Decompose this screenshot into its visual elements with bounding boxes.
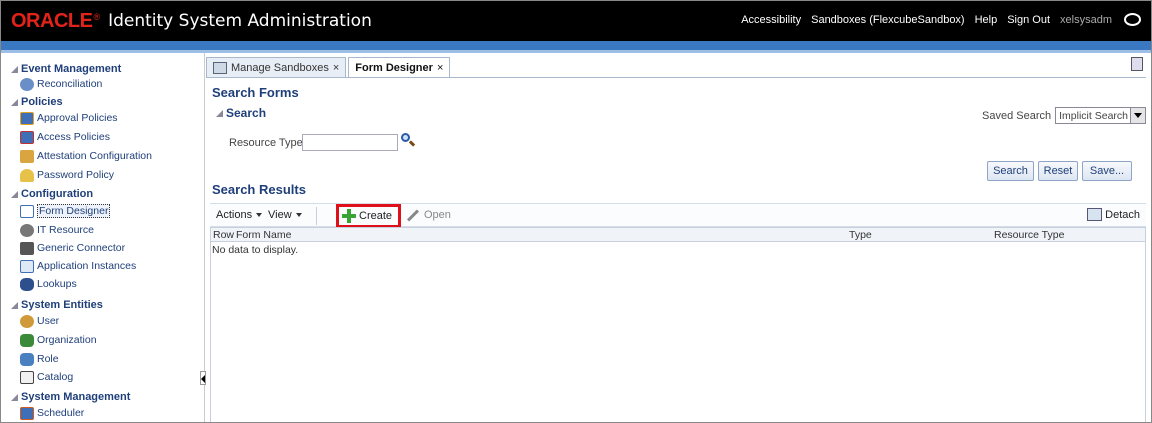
- empty-table-message: No data to display.: [212, 244, 299, 256]
- close-tab-icon[interactable]: ×: [437, 62, 443, 74]
- tab-manage-sandboxes[interactable]: Manage Sandboxes ×: [206, 57, 347, 77]
- sidebar-item-application-instances[interactable]: Application Instances: [20, 259, 136, 273]
- scheduler-icon: [20, 406, 34, 420]
- search-section-header[interactable]: Search: [216, 106, 266, 120]
- expand-triangle-icon: [11, 301, 18, 309]
- sign-out-link[interactable]: Sign Out: [1007, 14, 1050, 26]
- expand-triangle-icon: [11, 393, 18, 401]
- app-window: ORACLE ® Identity System Administration …: [0, 0, 1152, 423]
- reset-button[interactable]: Reset: [1038, 161, 1078, 181]
- resource-type-label: Resource Type: [229, 137, 303, 149]
- expand-triangle-icon: [11, 190, 18, 198]
- view-menu[interactable]: View: [268, 209, 302, 221]
- section-configuration[interactable]: Configuration: [11, 188, 93, 200]
- search-button[interactable]: Search: [987, 161, 1034, 181]
- oracle-logo: ORACLE ® Identity System Administration: [11, 9, 372, 32]
- open-button[interactable]: Open: [406, 208, 451, 222]
- maximize-icon[interactable]: [1131, 57, 1143, 71]
- reconciliation-icon: [20, 77, 34, 91]
- sidebar-item-access-policies[interactable]: Access Policies: [20, 130, 110, 144]
- user-icon: [20, 314, 34, 328]
- detach-button[interactable]: Detach: [1087, 208, 1140, 221]
- edit-icon: [406, 208, 420, 222]
- sidebar-item-lookups[interactable]: Lookups: [20, 277, 77, 291]
- current-user: xelsysadm: [1060, 13, 1112, 26]
- column-resource-type[interactable]: Resource Type: [994, 229, 1064, 241]
- organization-icon: [20, 333, 34, 347]
- tab-bar: Manage Sandboxes × Form Designer ×: [206, 57, 452, 77]
- access-policy-icon: [20, 130, 34, 144]
- saved-search: Saved Search Implicit Search: [982, 107, 1146, 124]
- it-resource-icon: [20, 223, 34, 237]
- section-event-management[interactable]: Event Management: [11, 63, 121, 75]
- app-title: Identity System Administration: [108, 11, 372, 31]
- close-tab-icon[interactable]: ×: [333, 62, 339, 74]
- application-icon: [20, 259, 34, 273]
- sidebar-item-attestation[interactable]: Attestation Configuration: [20, 149, 152, 163]
- expand-triangle-icon: [216, 109, 223, 117]
- sidebar-item-password-policy[interactable]: Password Policy: [20, 168, 114, 182]
- saved-search-label: Saved Search: [982, 109, 1052, 122]
- lookups-icon: [20, 277, 34, 291]
- help-link[interactable]: Help: [975, 14, 998, 26]
- sandbox-icon: [213, 61, 227, 74]
- form-designer-icon: [20, 204, 34, 218]
- search-forms-heading: Search Forms: [212, 85, 299, 100]
- connector-icon: [20, 241, 34, 255]
- chevron-down-icon[interactable]: [1130, 108, 1145, 123]
- sidebar-item-catalog[interactable]: Catalog: [20, 370, 73, 384]
- oracle-o-icon: [1124, 13, 1141, 26]
- sidebar-item-scheduler[interactable]: Scheduler: [20, 406, 84, 420]
- attestation-icon: [20, 149, 34, 163]
- accessibility-link[interactable]: Accessibility: [741, 14, 801, 26]
- sidebar-item-it-resource[interactable]: IT Resource: [20, 223, 94, 237]
- tab-form-designer[interactable]: Form Designer ×: [348, 57, 451, 77]
- save-button[interactable]: Save...: [1082, 161, 1132, 181]
- sidebar-item-approval-policies[interactable]: Approval Policies: [20, 111, 118, 125]
- header-links: Accessibility Sandboxes (FlexcubeSandbox…: [741, 13, 1141, 26]
- table-header: Row Form Name Type Resource Type: [211, 228, 1145, 242]
- section-system-management[interactable]: System Management: [11, 391, 130, 403]
- sandboxes-link[interactable]: Sandboxes (FlexcubeSandbox): [811, 14, 964, 26]
- main-content: Manage Sandboxes × Form Designer × Searc…: [206, 53, 1151, 422]
- password-policy-icon: [20, 168, 34, 182]
- sidebar-item-form-designer[interactable]: Form Designer: [20, 204, 111, 218]
- search-results-heading: Search Results: [212, 182, 306, 197]
- sidebar-item-user[interactable]: User: [20, 314, 59, 328]
- search-icon[interactable]: [401, 133, 416, 147]
- column-type[interactable]: Type: [849, 229, 872, 241]
- sidebar-item-organization[interactable]: Organization: [20, 333, 97, 347]
- column-row[interactable]: Row: [213, 229, 234, 241]
- expand-triangle-icon: [11, 98, 18, 106]
- catalog-icon: [20, 370, 34, 384]
- top-header: ORACLE ® Identity System Administration …: [1, 1, 1151, 41]
- expand-triangle-icon: [11, 65, 18, 73]
- sidebar-item-role[interactable]: Role: [20, 352, 59, 366]
- sidebar-item-generic-connector[interactable]: Generic Connector: [20, 241, 125, 255]
- section-system-entities[interactable]: System Entities: [11, 299, 103, 311]
- oracle-logo-text: ORACLE: [11, 9, 93, 32]
- navigation-sidebar: Event Management Reconciliation Policies…: [1, 53, 205, 422]
- header-accent-bar: [1, 41, 1151, 50]
- sidebar-item-reconciliation[interactable]: Reconciliation: [20, 77, 102, 91]
- resource-type-input[interactable]: [302, 134, 398, 151]
- actions-menu[interactable]: Actions: [216, 209, 263, 221]
- results-toolbar: Actions View Create Open Detach: [210, 203, 1146, 228]
- chevron-down-icon: [256, 213, 263, 217]
- create-highlight-box: [336, 204, 401, 228]
- detach-icon: [1087, 208, 1103, 221]
- approval-policy-icon: [20, 111, 34, 125]
- chevron-down-icon: [295, 213, 302, 217]
- column-form-name[interactable]: Form Name: [236, 229, 291, 241]
- results-table: Row Form Name Type Resource Type No data…: [210, 227, 1146, 422]
- role-icon: [20, 352, 34, 366]
- saved-search-select[interactable]: Implicit Search: [1055, 107, 1146, 124]
- section-policies[interactable]: Policies: [11, 96, 63, 108]
